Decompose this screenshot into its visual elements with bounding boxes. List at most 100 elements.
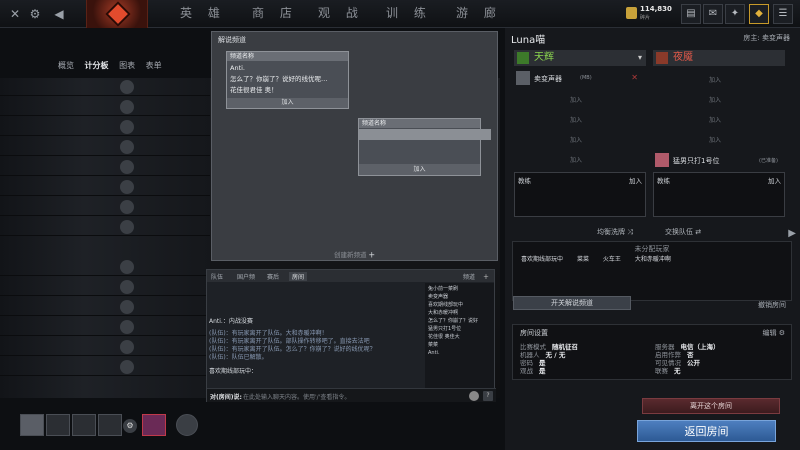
list-item[interactable]: 兔小前一菜刷 xyxy=(428,285,491,293)
list-item[interactable]: 喜欢期线部玩中 xyxy=(428,301,491,309)
empty-party-slot[interactable] xyxy=(98,414,122,436)
radiant-slot[interactable]: 卖变声器 (MB) ✕ xyxy=(514,70,646,87)
kick-icon[interactable]: ✕ xyxy=(631,73,638,82)
dota-logo-button[interactable] xyxy=(86,0,148,28)
tab-graphs[interactable]: 图表 xyxy=(119,61,135,70)
list-item xyxy=(0,78,210,96)
radiant-coach-slot: 教练 加入 xyxy=(514,172,646,217)
dire-label: 夜魇 xyxy=(673,52,693,63)
radiant-icon xyxy=(517,52,529,64)
chat-input[interactable]: 在此处输入聊天内容。使用'/'查看指令。 xyxy=(243,392,350,401)
dire-slot[interactable]: 加入 xyxy=(653,110,785,127)
dire-slot[interactable]: 加入 xyxy=(653,70,785,87)
balance-shuffle-button[interactable]: 均衡洗牌 ⤨ xyxy=(597,227,633,237)
list-item[interactable]: 大和赤暖冲啊 xyxy=(428,309,491,317)
channel-member: 花佳很君佳 奥！ xyxy=(230,86,278,94)
tab-team[interactable]: 队伍 xyxy=(211,272,223,281)
list-item[interactable]: 大和赤暖冲啊 xyxy=(635,256,671,263)
leave-room-button[interactable]: 离开这个房间 xyxy=(642,398,780,414)
chevron-down-icon[interactable]: ▾ xyxy=(638,50,642,66)
list-item[interactable]: 火车王 xyxy=(603,256,621,263)
join-channel-button[interactable]: 加入 xyxy=(227,98,348,108)
radiant-slot[interactable]: 加入 xyxy=(514,150,646,167)
settings-header: 房间设置 xyxy=(520,329,548,337)
list-item[interactable]: 猛男只打1号位 xyxy=(428,325,491,333)
inventory-icon[interactable]: ▤ xyxy=(681,4,701,24)
chat-message: (队伍)：有玩家离开了队伍。大和赤暖冲啊！ xyxy=(209,330,328,337)
dota-plus-icon[interactable]: ✦ xyxy=(725,4,745,24)
join-slot-label: 加入 xyxy=(570,157,583,164)
list-item xyxy=(0,218,210,236)
panel-title: 解说频道 xyxy=(218,36,246,44)
dire-slot[interactable]: 猛男只打1号位 (已准备) xyxy=(653,152,785,169)
radiant-slot[interactable]: 加入 xyxy=(514,90,646,107)
friends-icon[interactable] xyxy=(176,414,198,436)
scroll-right-icon[interactable]: ▶ xyxy=(788,228,796,239)
tab-scoreboard[interactable]: 计分板 xyxy=(85,61,109,70)
shards-counter[interactable]: 114,830 碎片 xyxy=(626,4,674,24)
balance-label: 均衡洗牌 xyxy=(597,228,625,236)
close-icon[interactable]: ✕ xyxy=(6,5,24,23)
list-item[interactable]: Anti. xyxy=(428,349,491,357)
dire-team-header[interactable]: 夜魇 xyxy=(653,50,785,66)
channel-member: 怎么了？你崩了？说好的线优呢… xyxy=(230,75,328,83)
join-channel-button[interactable]: 加入 xyxy=(359,164,480,175)
list-item[interactable]: 喜欢期线部玩中 xyxy=(521,256,563,263)
add-channel-icon[interactable]: ＋ xyxy=(483,272,489,281)
swap-teams-button[interactable]: 交换队伍 ⇄ xyxy=(665,227,701,237)
list-item[interactable]: 怎么了？你崩了？说好 xyxy=(428,317,491,325)
return-to-room-button[interactable]: 返回房间 xyxy=(637,420,776,442)
empty-party-slot[interactable] xyxy=(72,414,96,436)
user-menu-icon[interactable]: ☰ xyxy=(773,4,793,24)
chat-log: Anti.：内战没赛 (队伍)：有玩家离开了队伍。大和赤暖冲啊！ (队伍)：有玩… xyxy=(209,318,423,376)
gear-icon[interactable]: ⚙ xyxy=(26,5,44,23)
list-item xyxy=(0,338,210,356)
channel-card[interactable]: 频道名称 加入 xyxy=(358,118,491,176)
chat-message: Anti.：内战没赛 xyxy=(209,318,253,325)
help-icon[interactable]: ? xyxy=(483,391,493,401)
swap-label: 交换队伍 xyxy=(665,228,693,236)
tab-postgame[interactable]: 赛后 xyxy=(267,272,279,281)
dire-slot[interactable]: 加入 xyxy=(653,90,785,107)
coach-join-button[interactable]: 加入 xyxy=(768,175,781,185)
nav-learn[interactable]: 训 练 xyxy=(386,4,432,24)
create-channel-button[interactable]: 创建新频道 ＋ xyxy=(212,249,497,259)
delete-room-button[interactable]: 撤销房间 xyxy=(758,300,786,310)
list-item[interactable]: 菜菜 xyxy=(428,341,491,349)
tab-forms[interactable]: 表单 xyxy=(146,61,162,70)
avatar[interactable] xyxy=(20,414,44,436)
list-item[interactable]: 花佳很 奥佳大 xyxy=(428,333,491,341)
channel-card[interactable]: 频道名称 Anti. 怎么了？你崩了？说好的线优呢… 花佳很君佳 奥！ 加入 xyxy=(226,51,349,109)
list-item xyxy=(0,138,210,156)
nav-watch[interactable]: 观 战 xyxy=(318,4,364,24)
radiant-label: 天辉 xyxy=(534,52,554,63)
chat-input-bar[interactable]: 对(房间)说: 在此处输入聊天内容。使用'/'查看指令。 ? xyxy=(207,388,496,402)
radiant-slot[interactable]: 加入 xyxy=(514,130,646,147)
unassigned-header: 未分配玩家 xyxy=(634,245,670,253)
toggle-caster-channel-button[interactable]: 开关解说频道 xyxy=(513,296,631,310)
nav-store[interactable]: 商 店 xyxy=(252,4,298,24)
coach-join-button[interactable]: 加入 xyxy=(629,175,642,185)
emoji-icon[interactable] xyxy=(469,391,479,401)
tab-overview[interactable]: 概览 xyxy=(58,61,74,70)
swap-icon: ⇄ xyxy=(695,228,702,236)
tab-guild[interactable]: 国户频 xyxy=(237,272,255,281)
radiant-slot[interactable]: 加入 xyxy=(514,110,646,127)
chat-message: (队伍)：队伍已解散。 xyxy=(209,354,268,361)
nav-arcade[interactable]: 游 廊 xyxy=(456,4,502,24)
empty-party-slot[interactable] xyxy=(46,414,70,436)
dire-slot[interactable]: 加入 xyxy=(653,130,785,147)
nav-heroes[interactable]: 英 雄 xyxy=(180,4,226,24)
list-item[interactable]: 菜菜 xyxy=(577,256,589,263)
tab-room[interactable]: 房间 xyxy=(289,272,308,281)
list-item[interactable]: 卖变声器 xyxy=(428,293,491,301)
gem-icon[interactable]: ◆ xyxy=(749,4,769,24)
tab-channels[interactable]: 频道 xyxy=(463,272,475,281)
party-settings-icon[interactable]: ⚙ xyxy=(123,419,137,433)
edit-settings-button[interactable]: 编辑 ⚙ xyxy=(762,328,785,338)
back-icon[interactable]: ◀ xyxy=(50,5,68,23)
radiant-team-header[interactable]: 天辉 ▾ xyxy=(514,50,646,66)
chat-tabs: 队伍 国户频 赛后 房间 频道 ＋ xyxy=(207,270,494,282)
mail-icon[interactable]: ✉ xyxy=(703,4,723,24)
avatar[interactable] xyxy=(142,414,166,436)
